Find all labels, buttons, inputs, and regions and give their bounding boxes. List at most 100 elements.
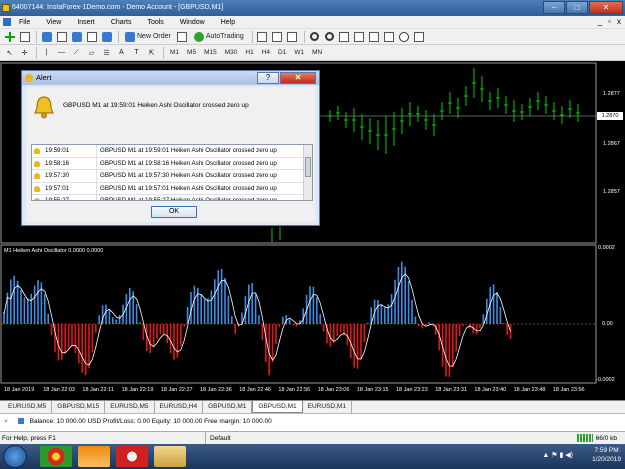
navigator-button[interactable] — [70, 30, 83, 43]
maximize-button[interactable]: □ — [566, 1, 588, 14]
alert-dialog-body: GBPUSD M1 at 19:59:01 Heiken Ashi Oscill… — [26, 87, 315, 222]
alert-dialog-title: Alert — [36, 73, 52, 82]
periods-button[interactable] — [398, 30, 411, 43]
chart-tab[interactable]: GBPUSD,M1 — [203, 401, 253, 413]
indicators-button[interactable] — [383, 30, 396, 43]
timeframe-m15[interactable]: M15 — [201, 46, 220, 59]
profiles-button[interactable] — [18, 30, 31, 43]
chart-shift-button[interactable] — [368, 30, 381, 43]
alert-row-message: GBPUSD M1 at 19:58:16 Heiken Ashi Oscill… — [100, 159, 277, 167]
menu-tools[interactable]: Tools — [139, 19, 171, 26]
alert-row[interactable]: 19:55:27 GBPUSD M1 at 19:55:27 Heiken Ash… — [32, 195, 312, 201]
zoom-in-button[interactable] — [308, 30, 321, 43]
templates-icon — [414, 31, 425, 42]
label-button[interactable]: T — [130, 46, 143, 59]
mdi-close-icon[interactable]: x — [617, 17, 621, 26]
osc-axis-label: 0.0002 — [598, 245, 615, 251]
alert-row[interactable]: 19:59:01 GBPUSD M1 at 19:59:01 Heiken Ash… — [32, 145, 312, 158]
zoom-out-button[interactable] — [323, 30, 336, 43]
terminal-app-icon[interactable] — [116, 446, 148, 467]
crosshair-button[interactable]: ✛ — [18, 46, 31, 59]
chart-tab[interactable]: EURUSD,H4 — [155, 401, 204, 413]
scrollbar-thumb[interactable] — [305, 157, 311, 177]
timeframe-m1[interactable]: M1 — [167, 46, 182, 59]
terminal-icon — [86, 31, 97, 42]
templates-button[interactable] — [413, 30, 426, 43]
cursor-button[interactable]: ↖ — [3, 46, 16, 59]
market-watch-icon — [41, 31, 52, 42]
new-chart-button[interactable] — [3, 30, 16, 43]
scrollbar[interactable] — [303, 145, 312, 200]
folder-icon[interactable] — [154, 446, 186, 467]
tester-button[interactable] — [100, 30, 113, 43]
mdi-restore-icon[interactable]: ▫ — [608, 17, 611, 26]
alert-dialog-titlebar[interactable]: Alert ? ✕ — [22, 71, 319, 85]
timeframe-h1[interactable]: H1 — [242, 46, 256, 59]
line-chart-button[interactable] — [286, 30, 299, 43]
vlc-icon[interactable] — [78, 446, 110, 467]
alert-row[interactable]: 19:57:30 GBPUSD M1 at 19:57:30 Heiken Ash… — [32, 170, 312, 183]
chart-tab[interactable]: GBPUSD,M1 — [252, 401, 303, 413]
market-watch-button[interactable] — [40, 30, 53, 43]
menu-help[interactable]: Help — [213, 19, 243, 26]
tray-icons[interactable]: ▲ ⚑ ▮ ◀) — [542, 451, 573, 459]
chart-tab[interactable]: EURUSD,M1 — [303, 401, 352, 413]
trendline-button[interactable]: ⟋ — [70, 46, 83, 59]
alert-dialog: Alert ? ✕ GBPUSD M1 at 19:59:01 Heiken A… — [21, 70, 320, 226]
menu-file[interactable]: File — [11, 19, 38, 26]
chart-tab[interactable]: EURUSD,M5 — [105, 401, 155, 413]
close-icon[interactable]: × — [4, 414, 12, 430]
metaeditor-button[interactable] — [176, 30, 189, 43]
chart-window-icon[interactable] — [3, 18, 11, 26]
time-label: 18 Jan 23:31 — [435, 387, 467, 393]
data-window-button[interactable] — [55, 30, 68, 43]
vertical-line-button[interactable]: | — [40, 46, 53, 59]
timeframe-w1[interactable]: W1 — [291, 46, 307, 59]
alert-history-list[interactable]: 19:59:01 GBPUSD M1 at 19:59:01 Heiken Ash… — [31, 144, 313, 201]
alert-row[interactable]: 19:57:01 GBPUSD M1 at 19:57:01 Heiken Ash… — [32, 183, 312, 195]
autotrading-button[interactable]: AutoTrading — [191, 30, 247, 43]
timeframe-m5[interactable]: M5 — [184, 46, 199, 59]
clock-time: 7:59 PM — [594, 447, 619, 454]
new-order-button[interactable]: New Order — [122, 30, 174, 43]
help-button[interactable]: ? — [257, 72, 279, 84]
timeframe-m30[interactable]: M30 — [222, 46, 241, 59]
chart-tab[interactable]: EURUSD,M5 — [3, 401, 53, 413]
arrows-button[interactable]: ⇱ — [145, 46, 158, 59]
ok-button[interactable]: OK — [151, 206, 197, 218]
chrome-icon[interactable] — [40, 446, 72, 467]
dialog-close-button[interactable]: ✕ — [280, 72, 316, 84]
menu-insert[interactable]: Insert — [69, 19, 103, 26]
metaeditor-icon — [177, 31, 188, 42]
new-order-label: New Order — [137, 33, 171, 40]
start-button[interactable] — [3, 445, 27, 468]
text-button[interactable]: A — [115, 46, 128, 59]
time-label: 18 Jan 22:56 — [278, 387, 311, 393]
clock[interactable]: 7:59 PM 1/20/2019 — [592, 446, 621, 464]
close-button[interactable]: ✕ — [589, 1, 623, 14]
tile-windows-button[interactable] — [338, 30, 351, 43]
horizontal-line-button[interactable]: — — [55, 46, 68, 59]
timeframe-h4[interactable]: H4 — [259, 46, 273, 59]
line-chart-icon — [287, 31, 298, 42]
channel-button[interactable]: ▱ — [85, 46, 98, 59]
mdi-minimize-icon[interactable]: _ — [598, 17, 602, 26]
alert-row-time: 19:55:27 — [45, 197, 70, 201]
minimize-button[interactable]: – — [543, 1, 565, 14]
alert-row-time: 19:57:30 — [45, 172, 70, 179]
alert-row[interactable]: 19:58:16 GBPUSD M1 at 19:58:16 Heiken Ash… — [32, 158, 312, 170]
menu-charts[interactable]: Charts — [103, 19, 140, 26]
timeframe-d1[interactable]: D1 — [275, 46, 289, 59]
timeframe-mn[interactable]: MN — [309, 46, 325, 59]
menu-view[interactable]: View — [38, 19, 69, 26]
terminal-button[interactable] — [85, 30, 98, 43]
candlestick-button[interactable] — [271, 30, 284, 43]
autoscroll-button[interactable] — [353, 30, 366, 43]
menu-window[interactable]: Window — [172, 19, 213, 26]
bar-chart-button[interactable] — [256, 30, 269, 43]
standard-toolbar: New Order AutoTrading — [0, 29, 625, 45]
fibonacci-button[interactable]: ☰ — [100, 46, 113, 59]
channel-icon: ▱ — [88, 49, 95, 57]
chart-tab[interactable]: GBPUSD,M15 — [52, 401, 106, 413]
time-label: 18 Jan 22:19 — [121, 387, 154, 393]
